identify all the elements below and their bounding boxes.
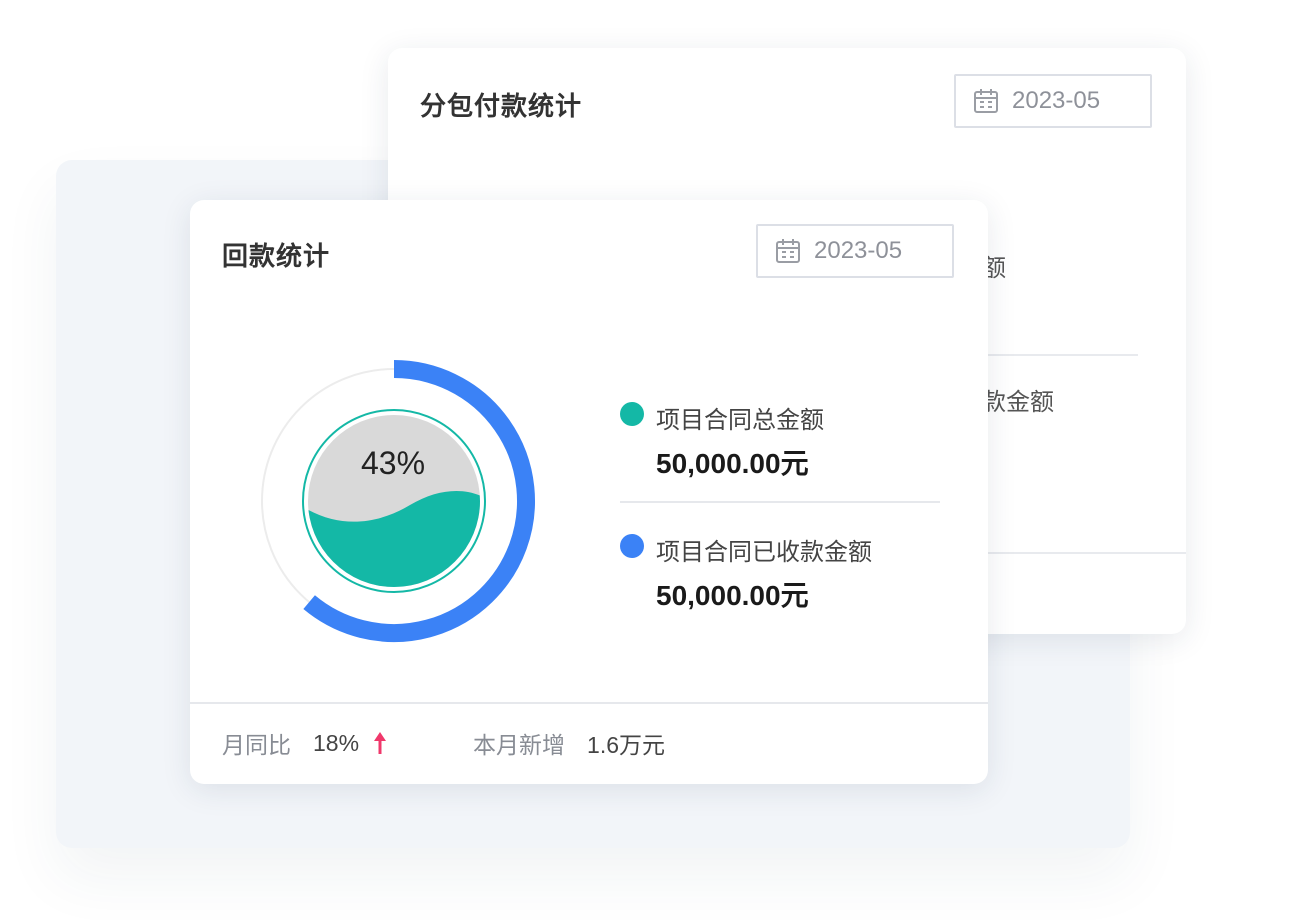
new-this-month-value: 1.6万元: [587, 732, 666, 758]
card-title: 分包付款统计: [420, 91, 583, 121]
mom-label: 月同比: [222, 732, 291, 758]
legend-value: 50,000.00元: [656, 448, 809, 479]
date-value: 2023-05: [814, 237, 903, 264]
legend-value: 50,000.00元: [656, 580, 809, 611]
card-footer: 月同比 18% 本月新增 1.6万元: [222, 726, 665, 760]
legend-label: 项目合同总金额: [656, 407, 824, 434]
calendar-icon: [776, 239, 800, 263]
blue-dot-icon: [620, 534, 644, 558]
card-title: 回款统计: [222, 241, 331, 271]
mom-value: 18%: [313, 729, 360, 756]
footer-divider: [190, 702, 988, 704]
legend-label: 项目合同已收款金额: [656, 539, 872, 566]
collection-gauge: 43%: [261, 360, 535, 642]
month-picker[interactable]: 2023-05: [954, 74, 1152, 128]
arrow-up-icon: [374, 732, 387, 754]
month-picker[interactable]: 2023-05: [756, 224, 954, 278]
teal-dot-icon: [620, 402, 644, 426]
legend-divider: [620, 501, 940, 503]
new-this-month-label: 本月新增: [473, 732, 566, 758]
calendar-icon: [974, 89, 998, 113]
gauge-percent: 43%: [361, 445, 425, 481]
date-value: 2023-05: [1012, 87, 1101, 114]
collection-stats-card: 回款统计 2023-05 43% 项目合同总金额 50,000.00元 项目合同…: [190, 200, 988, 784]
